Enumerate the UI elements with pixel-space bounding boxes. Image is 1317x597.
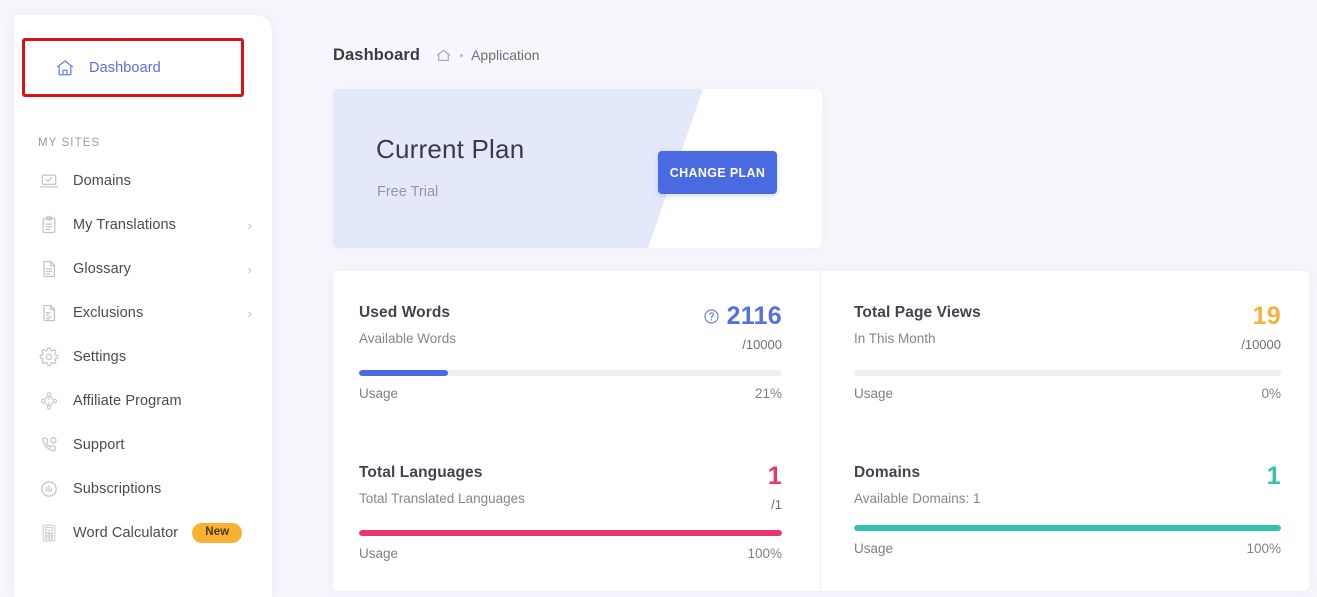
- chevron-right-icon: ›: [247, 305, 252, 321]
- usage-percent: 0%: [1261, 386, 1281, 401]
- usage-progress-track: [854, 525, 1281, 531]
- stat-description: Total Translated Languages: [359, 491, 525, 506]
- sidebar-item-domains[interactable]: Domains: [14, 159, 272, 203]
- stat-title: Total Page Views: [854, 304, 981, 321]
- change-plan-button[interactable]: CHANGE PLAN: [658, 151, 777, 194]
- usage-progress-fill: [359, 530, 782, 536]
- sidebar-item-label: Subscriptions: [73, 481, 162, 497]
- stat-value: 19: [1252, 302, 1281, 330]
- plan-subtitle: Free Trial: [377, 184, 439, 200]
- stat-total-page-views: Total Page Views In This Month 19 /10000…: [820, 271, 1307, 431]
- usage-progress-track: [359, 370, 782, 376]
- stat-title: Used Words: [359, 304, 451, 321]
- sidebar-item-subscriptions[interactable]: Subscriptions: [14, 467, 272, 511]
- stat-description: In This Month: [854, 331, 936, 346]
- chart-circle-icon: [38, 478, 60, 500]
- current-plan-card: Current Plan Free Trial CHANGE PLAN: [333, 89, 822, 248]
- sidebar-item-exclusions[interactable]: Exclusions ›: [14, 291, 272, 335]
- chevron-right-icon: ›: [247, 217, 252, 233]
- usage-percent: 100%: [747, 546, 782, 561]
- sidebar-item-label: My Translations: [73, 217, 177, 233]
- sidebar-item-label: Exclusions: [73, 305, 144, 321]
- sidebar-item-word-calculator[interactable]: Word Calculator New: [14, 511, 272, 555]
- usage-progress-track: [854, 370, 1281, 376]
- sidebar-item-glossary[interactable]: Glossary ›: [14, 247, 272, 291]
- sidebar-item-support[interactable]: Support: [14, 423, 272, 467]
- gear-icon: [38, 346, 60, 368]
- stat-value: 2116: [726, 302, 782, 330]
- chevron-right-icon: ›: [247, 261, 252, 277]
- breadcrumb-separator: [460, 53, 464, 57]
- stat-total: /10000: [742, 337, 782, 352]
- stat-title: Domains: [854, 464, 921, 481]
- usage-percent: 100%: [1246, 541, 1281, 556]
- usage-progress-fill: [359, 370, 448, 376]
- sidebar-item-label: Affiliate Program: [73, 393, 182, 409]
- sidebar-item-my-translations[interactable]: My Translations ›: [14, 203, 272, 247]
- breadcrumb-link-application[interactable]: Application: [471, 47, 540, 63]
- sidebar-item-settings[interactable]: Settings: [14, 335, 272, 379]
- usage-label: Usage: [359, 546, 399, 561]
- sidebar: Dashboard MY SITES Domains My Translatio…: [14, 15, 272, 597]
- page-title: Dashboard: [333, 45, 421, 64]
- sidebar-item-dashboard[interactable]: Dashboard: [22, 38, 244, 97]
- stat-title: Total Languages: [359, 464, 483, 481]
- app-root: Dashboard MY SITES Domains My Translatio…: [0, 0, 1317, 597]
- stat-value: 1: [767, 462, 782, 490]
- laptop-check-icon: [38, 170, 60, 192]
- usage-progress-fill: [854, 525, 1281, 531]
- usage-label: Usage: [359, 386, 399, 401]
- plan-title: Current Plan: [376, 134, 525, 164]
- document-lines-icon: [38, 258, 60, 280]
- clipboard-icon: [38, 214, 60, 236]
- stats-vertical-divider: [820, 271, 821, 591]
- home-icon: [54, 57, 76, 79]
- sidebar-item-label: Settings: [73, 349, 127, 365]
- main-content: Dashboard Application Current Plan Free …: [272, 0, 1317, 597]
- phone-support-icon: [38, 434, 60, 456]
- new-badge: New: [192, 523, 243, 543]
- sidebar-item-label: Word Calculator: [73, 525, 179, 541]
- stats-card: Used Words Available Words 2116 /10000 U…: [333, 271, 1309, 591]
- sidebar-item-label: Dashboard: [89, 59, 161, 76]
- sidebar-item-label: Glossary: [73, 261, 132, 277]
- stat-total: /1: [771, 497, 782, 512]
- sidebar-item-label: Domains: [73, 173, 131, 189]
- stat-domains: Domains Available Domains: 1 1 Usage 100…: [820, 431, 1307, 591]
- calculator-icon: [38, 522, 60, 544]
- stat-description: Available Domains: 1: [854, 491, 981, 506]
- usage-percent: 21%: [754, 386, 782, 401]
- question-circle-icon[interactable]: [703, 308, 720, 325]
- usage-label: Usage: [854, 541, 894, 556]
- usage-progress-track: [359, 530, 782, 536]
- stat-value: 1: [1266, 462, 1281, 490]
- network-icon: [38, 390, 60, 412]
- document-check-icon: [38, 302, 60, 324]
- sidebar-item-affiliate-program[interactable]: Affiliate Program: [14, 379, 272, 423]
- usage-label: Usage: [854, 386, 894, 401]
- stat-total: /10000: [1241, 337, 1281, 352]
- sidebar-item-label: Support: [73, 437, 125, 453]
- stat-description: Available Words: [359, 331, 457, 346]
- stat-total-languages: Total Languages Total Translated Languag…: [333, 431, 820, 591]
- sidebar-section-my-sites: MY SITES: [38, 137, 101, 149]
- breadcrumb: Dashboard Application: [333, 44, 1317, 66]
- stat-used-words: Used Words Available Words 2116 /10000 U…: [333, 271, 820, 431]
- home-outline-icon[interactable]: [435, 47, 452, 64]
